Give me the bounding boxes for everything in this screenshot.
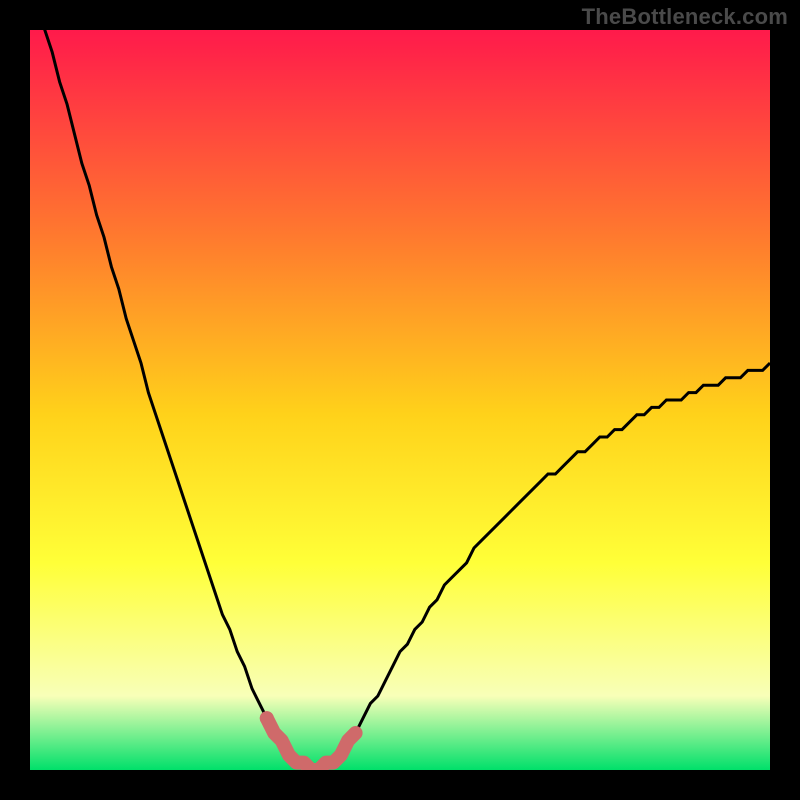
bottleneck-chart	[30, 30, 770, 770]
chart-frame: TheBottleneck.com	[0, 0, 800, 800]
gradient-background	[30, 30, 770, 770]
watermark-text: TheBottleneck.com	[582, 4, 788, 30]
plot-area	[30, 30, 770, 770]
optimal-point-marker	[260, 711, 274, 725]
